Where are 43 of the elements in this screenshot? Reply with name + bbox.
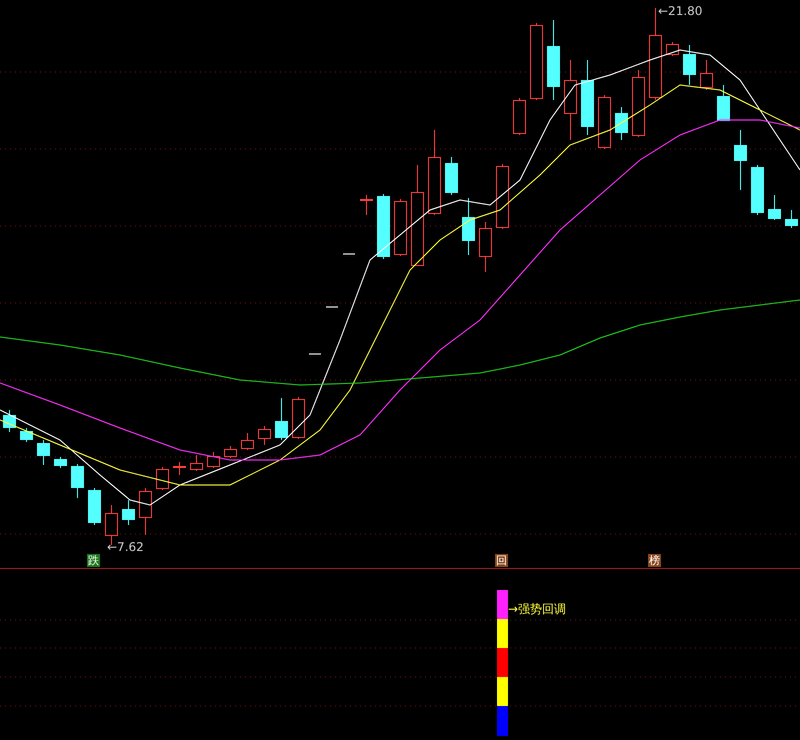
candlestick	[615, 106, 628, 140]
candlestick	[496, 164, 509, 230]
candlestick	[360, 194, 373, 216]
candlestick	[632, 70, 645, 138]
candlestick	[139, 488, 152, 536]
candlestick	[207, 452, 220, 468]
candlestick	[326, 306, 338, 308]
candlestick	[20, 428, 33, 442]
indicator-label: →强势回调	[508, 602, 566, 616]
candlestick	[666, 42, 679, 56]
candlestick	[479, 222, 492, 272]
candlestick	[88, 488, 101, 526]
candlestick	[734, 130, 747, 190]
candlestick	[445, 156, 458, 196]
candlestick	[241, 432, 254, 450]
candlestick	[54, 456, 67, 468]
candlestick	[598, 94, 611, 150]
candlestick	[122, 500, 135, 526]
candlestick	[3, 410, 16, 432]
signal-marker: 跌	[87, 554, 100, 567]
candlestick	[156, 466, 169, 490]
candlestick	[190, 454, 203, 472]
candlestick	[717, 84, 730, 122]
candlestick	[275, 398, 288, 440]
candlestick	[292, 396, 305, 440]
signal-marker: 回	[495, 554, 508, 567]
candlestick	[258, 426, 271, 446]
candlestick	[785, 210, 798, 228]
candlestick	[751, 164, 764, 216]
candlestick	[462, 198, 475, 256]
candlestick	[683, 44, 696, 86]
candlestick	[377, 194, 390, 260]
price-label: ←7.62	[107, 540, 144, 554]
candlestick	[513, 98, 526, 136]
candlestick	[37, 440, 50, 466]
price-label: ←21.80	[658, 4, 702, 18]
candlestick	[700, 60, 713, 90]
signal-marker: 榜	[648, 554, 661, 567]
candlestick	[394, 198, 407, 256]
candlestick	[71, 464, 84, 498]
candlestick	[768, 194, 781, 220]
candlestick	[173, 462, 186, 476]
candlestick	[224, 446, 237, 458]
